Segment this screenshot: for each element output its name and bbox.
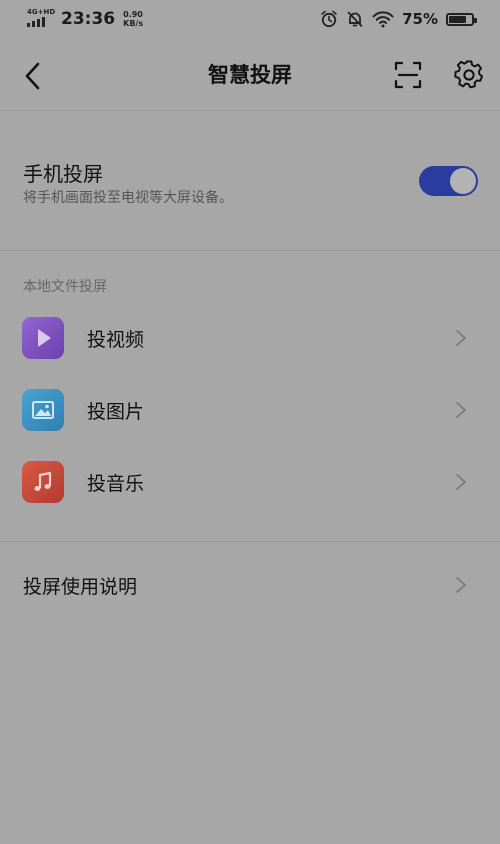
battery-icon: [446, 12, 477, 26]
status-right: 75%: [320, 10, 477, 28]
chevron-right-icon: [456, 402, 466, 418]
mute-bell-icon: [347, 11, 363, 27]
speed-unit: KB/s: [123, 19, 144, 28]
alarm-icon: [321, 10, 337, 28]
nav-bar: 智慧投屏: [0, 40, 500, 111]
screen-cast-subtitle: 将手机画面投至电视等大屏设备。: [23, 190, 233, 206]
chevron-right-icon: [456, 577, 466, 593]
network-indicator: 4G+HD: [27, 8, 56, 30]
speed-value: 0.90: [123, 10, 143, 19]
scan-icon[interactable]: [394, 61, 422, 89]
list-item-label: 投图片: [87, 401, 145, 423]
section-divider: [0, 541, 500, 542]
page-title: 智慧投屏: [208, 63, 292, 87]
list-item-label: 投音乐: [87, 473, 145, 495]
screen-cast-title: 手机投屏: [23, 162, 103, 186]
list-item-cast-video[interactable]: 投视频: [0, 307, 500, 369]
help-label: 投屏使用说明: [23, 576, 138, 598]
status-bar: 4G+HD 23:36 0.90 KB/s 75%: [0, 0, 500, 40]
list-item-cast-music[interactable]: 投音乐: [0, 451, 500, 513]
local-files-header: 本地文件投屏: [23, 279, 107, 295]
list-item-cast-picture[interactable]: 投图片: [0, 379, 500, 441]
list-item-label: 投视频: [87, 329, 145, 351]
settings-gear-icon[interactable]: [454, 60, 484, 90]
signal-icon: [27, 17, 45, 27]
list-item-cast-help[interactable]: 投屏使用说明: [0, 555, 500, 617]
clock: 23:36: [61, 9, 116, 29]
screen-cast-toggle[interactable]: [419, 166, 478, 196]
picture-icon: [22, 389, 64, 431]
battery-fill: [449, 15, 466, 23]
network-type: 4G+HD: [27, 8, 56, 16]
chevron-right-icon: [456, 474, 466, 490]
toggle-knob: [450, 168, 476, 194]
video-play-icon: [22, 317, 64, 359]
battery-percent: 75%: [402, 10, 438, 28]
network-speed: 0.90 KB/s: [123, 10, 143, 28]
wifi-icon: [372, 11, 394, 28]
status-left: 4G+HD 23:36 0.90 KB/s: [27, 8, 143, 30]
chevron-right-icon: [456, 330, 466, 346]
screen-cast-section: 手机投屏 将手机画面投至电视等大屏设备。: [0, 111, 500, 251]
music-note-icon: [22, 461, 64, 503]
